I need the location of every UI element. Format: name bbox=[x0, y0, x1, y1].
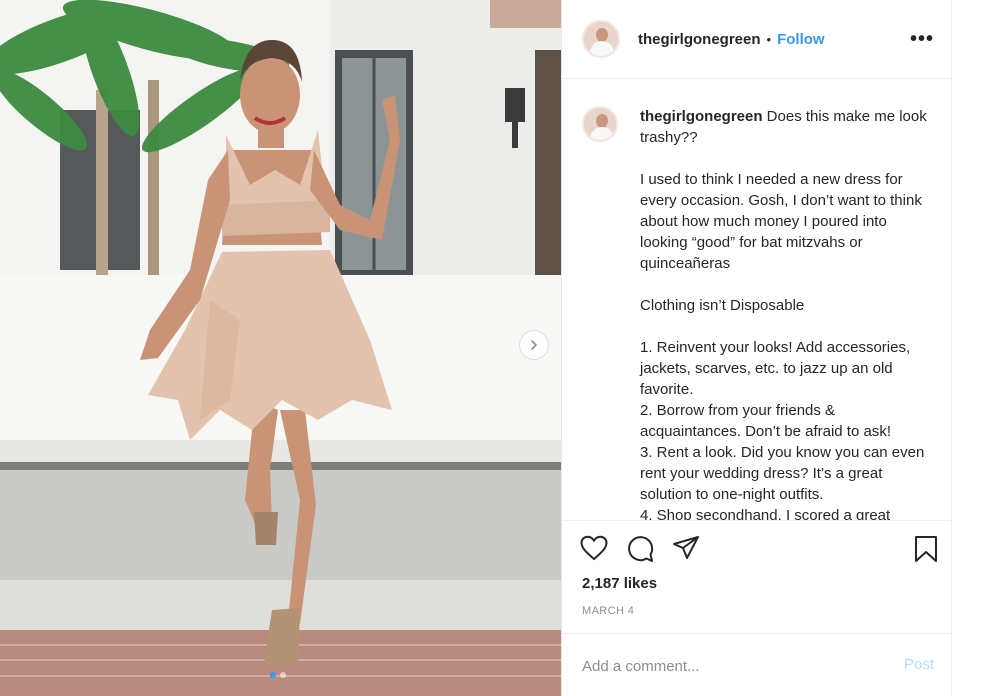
caption-text: thegirlgonegreen Does this make me look … bbox=[640, 106, 930, 520]
post-photo[interactable] bbox=[0, 0, 562, 696]
post-actions: 2,187 likes MARCH 4 Post bbox=[562, 520, 952, 695]
username-link[interactable]: thegirlgonegreen bbox=[638, 31, 761, 48]
post-header: thegirlgonegreen • Follow ••• bbox=[562, 0, 952, 79]
share-icon[interactable] bbox=[672, 535, 700, 561]
caption-username[interactable]: thegirlgonegreen bbox=[640, 108, 763, 125]
carousel-dot bbox=[270, 672, 276, 678]
chevron-right-icon bbox=[531, 340, 537, 350]
post-side-panel: thegirlgonegreen • Follow ••• thegirlgon… bbox=[562, 0, 952, 696]
caption-body: Does this make me look trashy?? I used t… bbox=[640, 108, 927, 520]
bookmark-icon[interactable] bbox=[914, 535, 938, 563]
caption-avatar[interactable] bbox=[582, 106, 618, 142]
more-options-button[interactable]: ••• bbox=[910, 28, 934, 51]
separator-dot: • bbox=[766, 31, 772, 47]
likes-count[interactable]: 2,187 likes bbox=[582, 575, 657, 592]
next-image-button[interactable] bbox=[519, 330, 549, 360]
photo-scene bbox=[0, 0, 561, 696]
comment-icon[interactable] bbox=[626, 535, 654, 563]
avatar[interactable] bbox=[582, 20, 620, 58]
post-comment-button[interactable]: Post bbox=[904, 656, 934, 673]
follow-button[interactable]: Follow bbox=[777, 31, 825, 48]
comment-input[interactable] bbox=[582, 654, 882, 678]
comment-bar: Post bbox=[562, 633, 952, 696]
caption-section: thegirlgonegreen Does this make me look … bbox=[562, 80, 952, 520]
carousel-indicator bbox=[270, 672, 286, 678]
heart-icon[interactable] bbox=[580, 535, 608, 561]
carousel-dot bbox=[280, 672, 286, 678]
post-date[interactable]: MARCH 4 bbox=[582, 605, 634, 617]
